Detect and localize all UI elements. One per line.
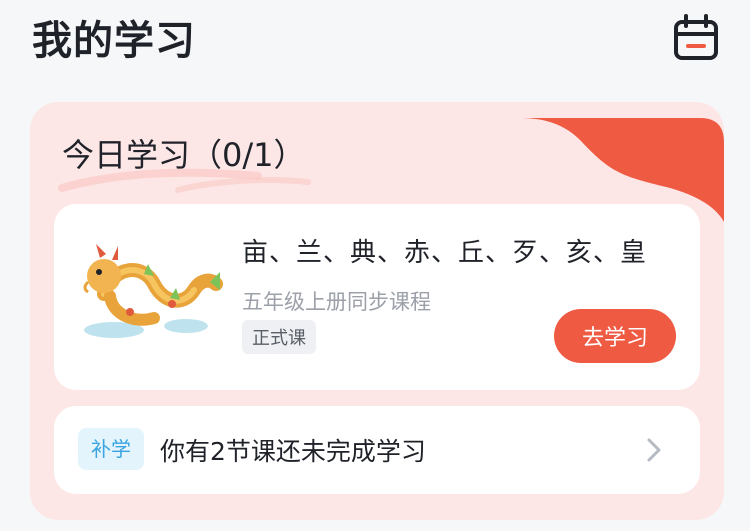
dragon-illustration — [83, 244, 223, 338]
chevron-right-icon[interactable] — [642, 434, 666, 466]
calendar-icon[interactable] — [670, 12, 722, 64]
lesson-subtitle: 五年级上册同步课程 — [242, 290, 431, 314]
lesson-title: 亩、兰、典、赤、丘、歹、亥、皇 — [242, 238, 648, 268]
makeup-text: 你有2节课还未完成学习 — [160, 437, 426, 466]
section-title: 今日学习（0/1） — [62, 136, 306, 174]
makeup-lessons-row[interactable]: 补学 你有2节课还未完成学习 — [54, 406, 700, 494]
page-title: 我的学习 — [32, 18, 196, 64]
course-type-tag: 正式课 — [242, 320, 316, 354]
lesson-card[interactable]: 亩、兰、典、赤、丘、歹、亥、皇 五年级上册同步课程 正式课 去学习 — [54, 204, 700, 390]
today-learning-card: 今日学习（0/1） 亩、兰、典、赤、丘、歹、亥、皇 五年级上册同步课程 正式课 … — [30, 102, 724, 520]
go-learn-button[interactable]: 去学习 — [554, 309, 676, 363]
makeup-badge: 补学 — [78, 428, 144, 470]
